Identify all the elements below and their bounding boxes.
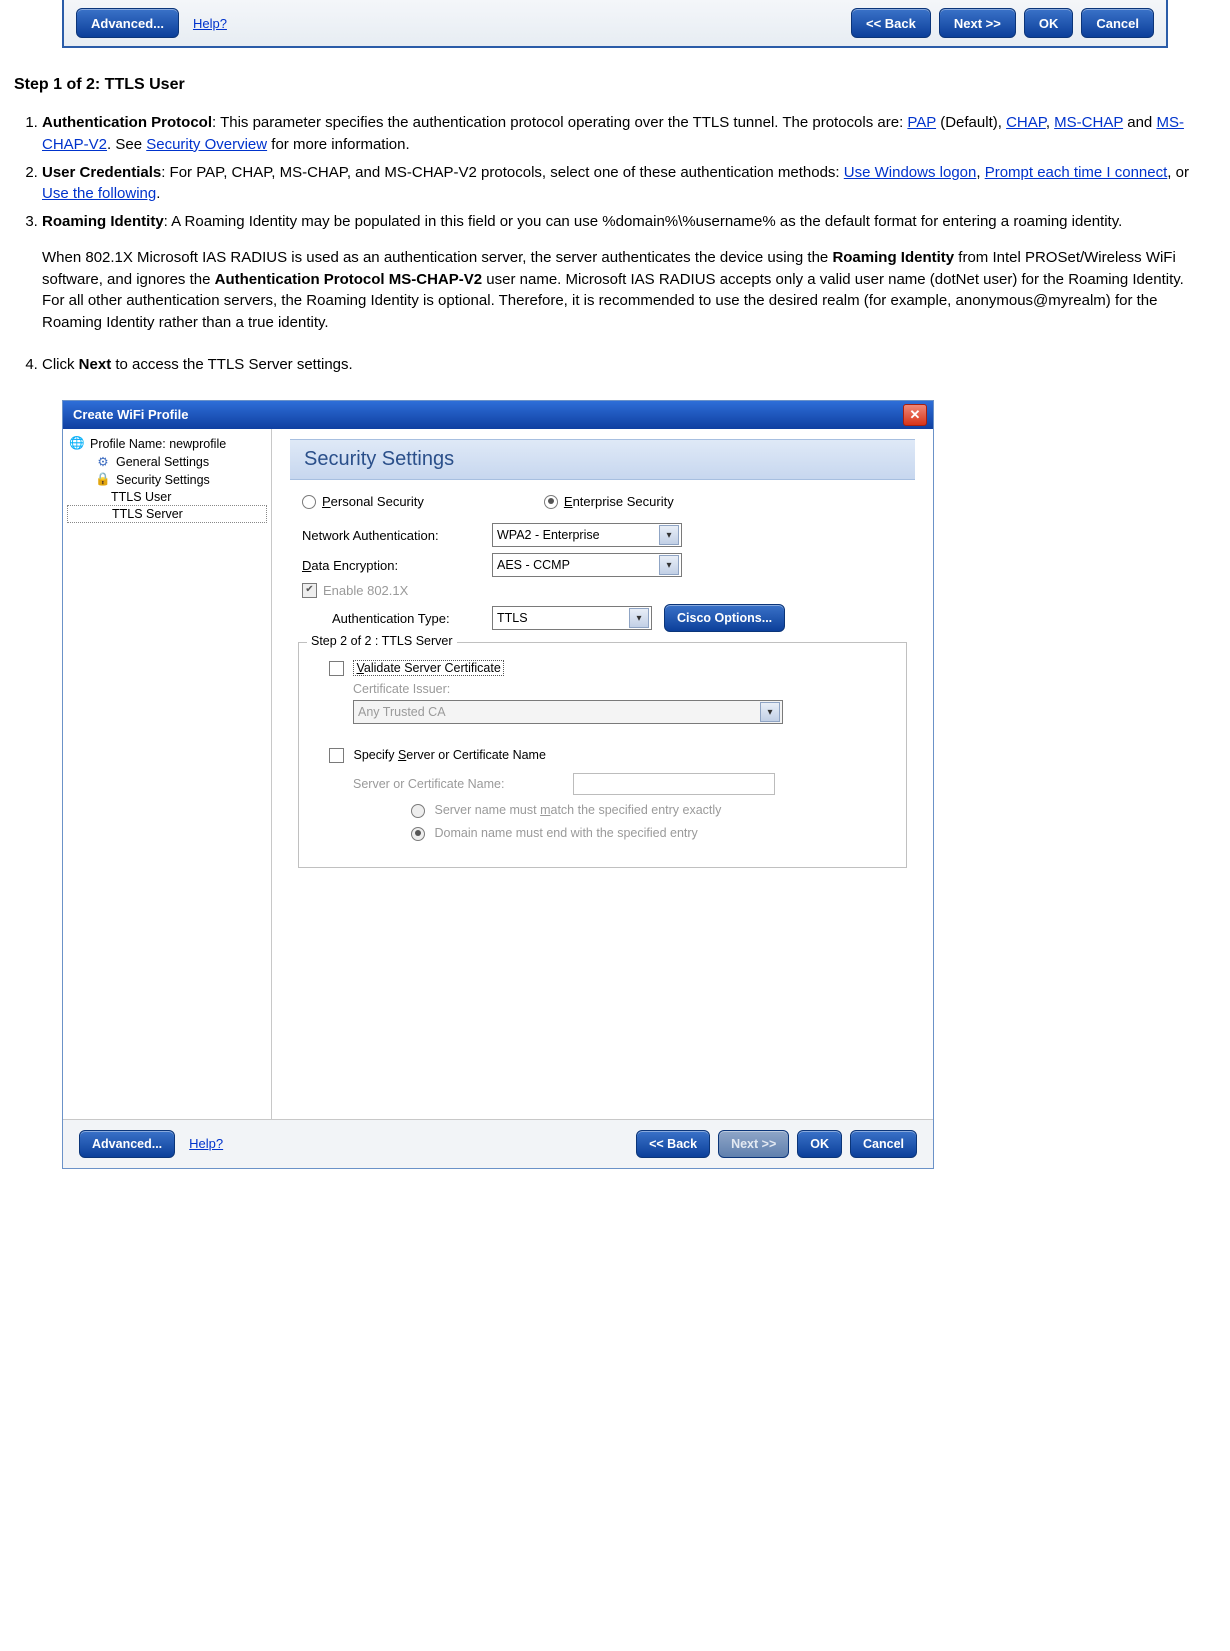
link-use-windows-logon[interactable]: Use Windows logon (844, 164, 977, 181)
list-item: Authentication Protocol: This parameter … (42, 112, 1220, 156)
advanced-button[interactable]: Advanced... (76, 8, 179, 38)
close-icon[interactable]: ✕ (903, 404, 927, 426)
combo-certificate-issuer: Any Trusted CA (353, 700, 783, 724)
checkbox-enable-8021x (302, 583, 317, 598)
nav-general-settings[interactable]: ⚙ General Settings (67, 453, 267, 471)
cisco-options-button[interactable]: Cisco Options... (664, 604, 785, 632)
next-button: Next >> (718, 1130, 789, 1158)
link-chap[interactable]: CHAP (1006, 114, 1046, 131)
nav-ttls-server[interactable]: TTLS Server (67, 505, 267, 523)
back-button[interactable]: << Back (636, 1130, 710, 1158)
link-use-the-following[interactable]: Use the following (42, 185, 156, 202)
checkbox-specify-server-name[interactable] (329, 748, 344, 763)
nav-security-settings[interactable]: 🔒 Security Settings (67, 471, 267, 489)
label-domain-end-with: Domain name must end with the specified … (434, 826, 697, 840)
dialog-footer: Advanced... Help? << Back Next >> OK Can… (63, 1119, 933, 1168)
gear-icon: ⚙ (95, 454, 111, 470)
ok-button[interactable]: OK (797, 1130, 842, 1158)
combo-network-authentication[interactable]: WPA2 - Enterprise (492, 523, 682, 547)
dialog-titlebar: Create WiFi Profile ✕ (63, 401, 933, 429)
checkbox-validate-server-cert[interactable] (329, 661, 344, 676)
step-heading: Step 1 of 2: TTLS User (14, 76, 1220, 94)
radio-server-name-match (411, 804, 425, 818)
label-authentication-type: Authentication Type: (332, 611, 492, 626)
link-mschap[interactable]: MS-CHAP (1054, 114, 1123, 131)
label-enable-8021x: Enable 802.1X (323, 583, 408, 598)
lock-icon: 🔒 (95, 472, 111, 488)
help-link[interactable]: Help? (189, 1136, 223, 1151)
help-link[interactable]: Help? (193, 16, 227, 31)
group-ttls-server: Step 2 of 2 : TTLS Server Validate Serve… (298, 642, 907, 868)
radio-domain-end-with (411, 827, 425, 841)
label-network-authentication: Network Authentication: (302, 528, 492, 543)
link-security-overview[interactable]: Security Overview (146, 136, 267, 153)
top-dialog-footer-fragment: Advanced... Help? << Back Next >> OK Can… (62, 0, 1168, 48)
label-server-or-cert-name: Server or Certificate Name: (353, 777, 573, 791)
radio-personal-security[interactable]: Personal Security (302, 494, 424, 510)
back-button[interactable]: << Back (851, 8, 931, 38)
globe-icon: 🌐 (69, 436, 85, 452)
link-pap[interactable]: PAP (907, 114, 936, 131)
nav-profile-name[interactable]: 🌐 Profile Name: newprofile (67, 435, 267, 453)
create-wifi-profile-dialog: Create WiFi Profile ✕ 🌐 Profile Name: ne… (62, 400, 934, 1169)
label-data-encryption: Data Encryption: (302, 558, 492, 573)
cancel-button[interactable]: Cancel (850, 1130, 917, 1158)
ok-button[interactable]: OK (1024, 8, 1074, 38)
list-item: Roaming Identity: A Roaming Identity may… (42, 211, 1220, 348)
dialog-nav-tree: 🌐 Profile Name: newprofile ⚙ General Set… (63, 429, 272, 1119)
dialog-title: Create WiFi Profile (73, 407, 188, 422)
label-certificate-issuer: Certificate Issuer: (353, 682, 892, 696)
group-title: Step 2 of 2 : TTLS Server (307, 634, 457, 648)
security-settings-header: Security Settings (290, 439, 915, 480)
input-server-or-cert-name (573, 773, 775, 795)
label-specify-server-name: Specify Server or Certificate Name (353, 748, 545, 762)
nav-ttls-user[interactable]: TTLS User (67, 489, 267, 505)
list-item: User Credentials: For PAP, CHAP, MS-CHAP… (42, 162, 1220, 206)
next-button[interactable]: Next >> (939, 8, 1016, 38)
combo-data-encryption[interactable]: AES - CCMP (492, 553, 682, 577)
instruction-list: Authentication Protocol: This parameter … (42, 112, 1220, 376)
list-item: Click Next to access the TTLS Server set… (42, 354, 1220, 376)
label-validate-server-cert: Validate Server Certificate (353, 660, 503, 676)
link-prompt-each-time[interactable]: Prompt each time I connect (985, 164, 1168, 181)
label-server-name-match: Server name must match the specified ent… (434, 803, 721, 817)
advanced-button[interactable]: Advanced... (79, 1130, 175, 1158)
cancel-button[interactable]: Cancel (1081, 8, 1154, 38)
dialog-main-panel: Security Settings Personal Security Ente… (272, 429, 933, 1119)
combo-authentication-type[interactable]: TTLS (492, 606, 652, 630)
radio-enterprise-security[interactable]: Enterprise Security (544, 494, 674, 510)
